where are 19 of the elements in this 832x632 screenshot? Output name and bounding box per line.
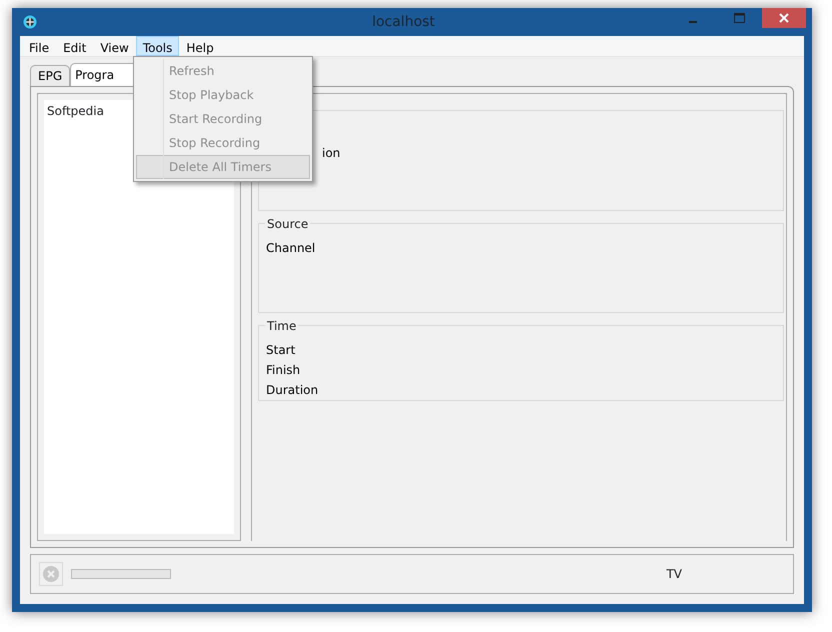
field-label: Finish: [266, 363, 300, 377]
close-button[interactable]: [762, 8, 806, 28]
menu-item[interactable]: File: [22, 36, 56, 56]
status-text: TV: [666, 566, 682, 583]
menu-item[interactable]: Tools: [136, 36, 180, 56]
minimize-icon: [689, 21, 697, 23]
menu-item[interactable]: View: [93, 36, 136, 56]
close-icon: [779, 13, 789, 23]
tab[interactable]: EPG: [30, 65, 70, 86]
menu-item[interactable]: Help: [179, 36, 221, 56]
field-label: ion: [322, 146, 340, 160]
app-icon: [23, 15, 37, 29]
maximize-icon: [734, 13, 744, 23]
field-label: Channel: [266, 241, 316, 255]
field-label: Start: [266, 343, 296, 357]
menu-item[interactable]: Edit: [56, 36, 94, 56]
window-title: localhost: [372, 12, 435, 32]
field-label: Duration: [266, 383, 318, 397]
cancel-icon[interactable]: [39, 562, 63, 586]
